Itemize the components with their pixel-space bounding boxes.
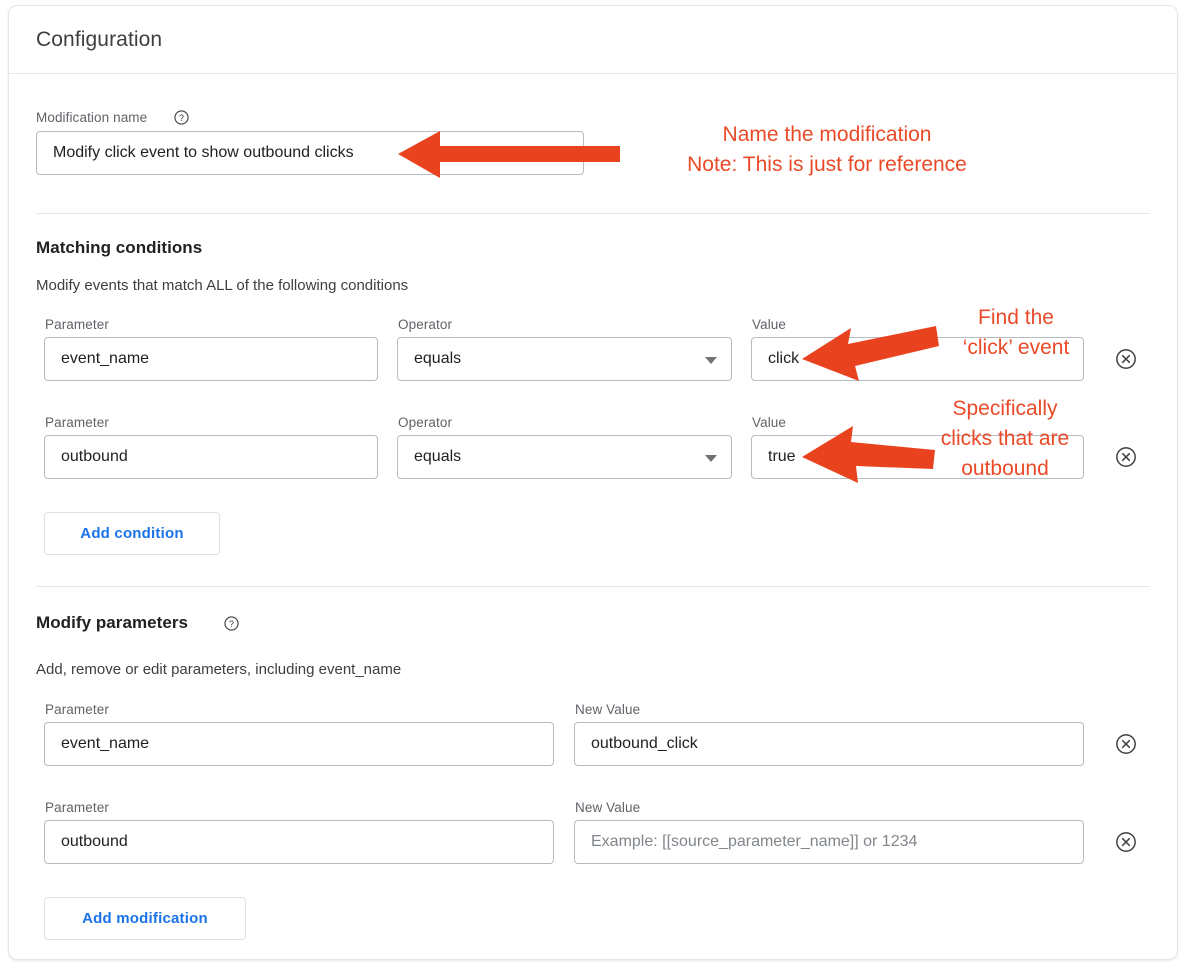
modify-row-1-parameter-label: Parameter <box>45 800 109 815</box>
condition-row-0-operator-value: equals <box>414 350 462 367</box>
condition-row-1-operator-value: equals <box>414 448 462 465</box>
annotation-arrow-true-value <box>802 426 935 483</box>
modify-parameters-title: Modify parameters <box>36 613 189 632</box>
svg-text:?: ? <box>229 619 234 629</box>
add-condition-button[interactable]: Add condition <box>44 512 220 555</box>
svg-text:?: ? <box>179 113 184 123</box>
condition-row-1-parameter-value: outbound <box>61 448 128 465</box>
modify-row-0-new-value-label: New Value <box>575 702 641 717</box>
condition-row-0-parameter-value: event_name <box>61 350 150 367</box>
modification-name-value: Modify click event to show outbound clic… <box>53 144 354 161</box>
condition-row-1-parameter-input[interactable]: outbound <box>44 435 378 479</box>
modify-row-1-new-value-input[interactable]: Example: [[source_parameter_name]] or 12… <box>574 820 1084 864</box>
card-header: Configuration <box>9 6 1177 74</box>
annotation-arrow-modification-name <box>398 131 620 178</box>
condition-row-0-parameter-label: Parameter <box>45 317 109 332</box>
condition-row-1-value-value: true <box>768 448 796 465</box>
annotation-specifically-outbound: Specifically clicks that are outbound <box>940 397 1070 480</box>
chevron-down-icon <box>705 357 717 364</box>
divider-matching <box>36 213 1150 214</box>
modify-row-1-remove-button[interactable] <box>1115 831 1137 853</box>
modify-row-0-parameter-label: Parameter <box>45 702 109 717</box>
matching-conditions-title: Matching conditions <box>36 238 203 257</box>
modify-row-1-new-value-label: New Value <box>575 800 641 815</box>
condition-row-0-value-label: Value <box>752 317 787 332</box>
condition-row-0-parameter-input[interactable]: event_name <box>44 337 378 381</box>
matching-conditions-subtitle: Modify events that match ALL of the foll… <box>36 277 409 294</box>
modify-row-1-parameter-input[interactable]: outbound <box>44 820 554 864</box>
condition-row-1-remove-button[interactable] <box>1115 446 1137 468</box>
condition-row-1-operator-label: Operator <box>398 415 453 430</box>
condition-row-1-value-label: Value <box>752 415 787 430</box>
modify-row-0-parameter-input[interactable]: event_name <box>44 722 554 766</box>
modify-row-1-parameter-value: outbound <box>61 833 128 850</box>
page-title: Configuration <box>36 28 163 51</box>
condition-row-1-operator-select[interactable]: equals <box>397 435 732 479</box>
condition-row-0-value-value: click <box>768 350 800 367</box>
annotation-find-click-event: Find the ‘click’ event <box>962 306 1070 359</box>
condition-row-1-parameter-label: Parameter <box>45 415 109 430</box>
modify-row-0-remove-button[interactable] <box>1115 733 1137 755</box>
annotation-arrow-click-value <box>802 326 939 381</box>
help-circle-icon[interactable]: ? <box>174 110 189 125</box>
modification-name-label: Modification name <box>36 110 148 125</box>
modify-row-0-new-value-value: outbound_click <box>591 735 698 752</box>
annotation-name-modification: Name the modification Note: This is just… <box>687 123 967 176</box>
modify-row-0-new-value-input[interactable]: outbound_click <box>574 722 1084 766</box>
help-circle-icon[interactable]: ? <box>224 616 239 631</box>
add-modification-button[interactable]: Add modification <box>44 897 246 940</box>
modify-row-0-parameter-value: event_name <box>61 735 150 752</box>
modify-parameters-subtitle: Add, remove or edit parameters, includin… <box>36 661 402 678</box>
modify-row-1-new-value-placeholder: Example: [[source_parameter_name]] or 12… <box>591 833 918 850</box>
divider-modify-parameters <box>36 586 1150 587</box>
condition-row-0-operator-select[interactable]: equals <box>397 337 732 381</box>
screenshot-root: Configuration Modification name ? Modify… <box>0 0 1189 967</box>
condition-row-0-operator-label: Operator <box>398 317 453 332</box>
chevron-down-icon <box>705 455 717 462</box>
condition-row-0-remove-button[interactable] <box>1115 348 1137 370</box>
